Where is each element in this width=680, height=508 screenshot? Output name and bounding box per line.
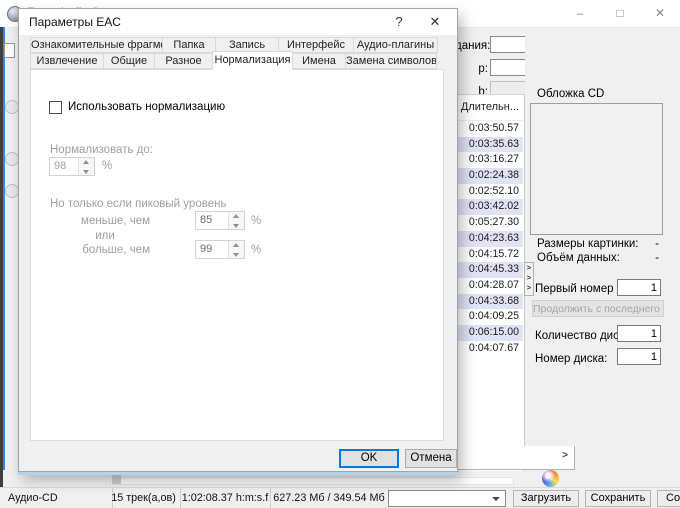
percent-label: % (102, 160, 112, 172)
cover-filename-combobox[interactable] (388, 490, 506, 507)
normalize-to-value: 98 (54, 160, 66, 172)
cd-cover-image-area[interactable] (530, 103, 663, 235)
toolbar-fragment (4, 43, 15, 58)
list-item[interactable]: 0:02:24.38 (456, 168, 523, 184)
list-item[interactable]: 0:04:23.63 (456, 231, 523, 247)
tab-misc[interactable]: Разное (154, 53, 213, 69)
colorful-cd-icon (542, 470, 559, 487)
data-size-label: Объём данных: (537, 252, 620, 264)
chevron-right-icon: > (525, 263, 533, 273)
list-item[interactable]: 0:04:07.67 (456, 341, 523, 357)
peak-condition-label: Но только если пиковый уровень (50, 198, 226, 210)
cd-cover-title: Обложка CD (537, 88, 604, 100)
close-icon[interactable]: ✕ (419, 9, 451, 35)
help-icon[interactable]: ? (383, 9, 415, 35)
spin-buttons (228, 212, 244, 229)
list-item[interactable]: 0:04:09.25 (456, 309, 523, 325)
chevron-down-icon (492, 497, 500, 501)
less-than-label: меньше, чем (50, 215, 150, 227)
status-track-count: 15 трек(а,ов) (107, 488, 181, 508)
maximize-icon[interactable]: □ (600, 0, 640, 27)
use-normalization-label: Использовать нормализацию (68, 101, 225, 113)
list-item[interactable]: 0:03:16.27 (456, 152, 523, 168)
greater-than-value: 99 (200, 243, 212, 255)
status-cd-type: Аудио-CD (3, 488, 113, 508)
ok-button[interactable]: OK (339, 449, 399, 468)
use-normalization-checkbox[interactable] (49, 101, 62, 114)
percent-label: % (251, 244, 261, 256)
disc-number-label: Номер диска: (535, 353, 607, 365)
chevron-right-icon: > (525, 273, 533, 283)
screen: Exact Audio Copy – □ ✕ здания: р: b: Ком… (0, 0, 680, 508)
image-size-value: - (635, 238, 659, 250)
status-bar: Аудио-CD 15 трек(а,ов) 1:02:08.37 h:m:s.… (0, 487, 680, 508)
tab-sample-fragments[interactable]: Ознакомительные фрагменты (30, 37, 163, 53)
list-item[interactable]: 0:03:50.57 (456, 121, 523, 137)
duration-list: 0:03:50.570:03:35.630:03:16.270:02:24.38… (456, 121, 523, 356)
dialog-footer: OK Отмена (19, 442, 457, 471)
list-item[interactable]: 0:03:35.63 (456, 137, 523, 153)
less-than-value: 85 (200, 214, 212, 226)
create-cover-button[interactable]: Созд (657, 490, 680, 507)
toolbar-button-fragment (5, 100, 19, 114)
spin-buttons (228, 241, 244, 258)
toolbar-button-fragment (5, 152, 19, 166)
less-than-spinner: 85 (195, 211, 245, 230)
percent-label: % (251, 215, 261, 227)
normalize-to-spinner: 98 (49, 157, 95, 176)
status-total-time: 1:02:08.37 h:m:s.f (180, 488, 271, 508)
save-cover-button[interactable]: Сохранить (585, 490, 651, 507)
list-item[interactable]: 0:06:15.00 (456, 325, 523, 341)
cancel-button[interactable]: Отмена (405, 449, 457, 468)
or-label: или (60, 230, 150, 242)
tab-folder[interactable]: Папка (162, 37, 216, 53)
list-item[interactable]: 0:04:45.33 (456, 262, 523, 278)
greater-than-spinner: 99 (195, 240, 245, 259)
tab-general[interactable]: Общие (103, 53, 155, 69)
disc-count-input[interactable] (617, 325, 661, 342)
toolbar-button-fragment (5, 184, 19, 198)
main-window-controls: – □ ✕ (560, 0, 680, 27)
tab-audio-plugins[interactable]: Аудио-плагины (353, 37, 438, 53)
main-window-edge (3, 27, 5, 470)
data-size-value: - (635, 252, 659, 264)
disc-number-input[interactable] (617, 348, 661, 365)
close-icon[interactable]: ✕ (640, 0, 680, 27)
status-size-info: 627.23 Мб / 349.54 Мб (270, 488, 389, 508)
spin-down-icon (229, 221, 244, 230)
track-list[interactable]: Длительн... 0:03:50.570:03:35.630:03:16.… (456, 94, 525, 471)
list-item[interactable]: 0:04:15.72 (456, 247, 523, 263)
tab-extraction[interactable]: Извлечение (30, 53, 104, 69)
tab-names[interactable]: Имена (292, 53, 346, 69)
minimize-icon[interactable]: – (560, 0, 600, 27)
list-item[interactable]: 0:02:52.10 (456, 184, 523, 200)
track-list-bottom: > (456, 446, 575, 470)
image-size-label: Размеры картинки: (537, 238, 639, 250)
load-cover-button[interactable]: Загрузить (513, 490, 579, 507)
scroll-right-icon[interactable]: > (562, 450, 568, 461)
list-item[interactable]: 0:03:42.02 (456, 199, 523, 215)
dialog-titlebar: Параметры EAC ? ✕ (19, 9, 457, 35)
spin-buttons (78, 158, 94, 175)
list-item[interactable]: 0:04:28.07 (456, 278, 523, 294)
position-slider-thumb[interactable] (112, 475, 121, 484)
duration-column-header[interactable]: Длительн... (456, 95, 523, 121)
tab-char-replace[interactable]: Замена символов (345, 53, 437, 69)
position-slider-track[interactable] (110, 477, 514, 485)
eac-options-dialog: Параметры EAC ? ✕ Ознакомительные фрагме… (18, 8, 458, 472)
list-item[interactable]: 0:04:33.68 (456, 294, 523, 310)
chevron-right-icon: > (525, 283, 533, 293)
normalize-to-label: Нормализовать до: (50, 144, 153, 156)
spin-down-icon (229, 250, 244, 259)
first-track-input[interactable] (617, 279, 661, 296)
tab-normalization[interactable]: Нормализация (212, 51, 293, 70)
continue-from-last-track-button: Продолжить с последнего трека (532, 300, 664, 317)
normalization-tab-page: Использовать нормализацию Нормализовать … (30, 69, 444, 441)
list-item[interactable]: 0:05:27.30 (456, 215, 523, 231)
spin-down-icon (79, 167, 94, 176)
expand-panel-splitter[interactable]: > > > (524, 262, 534, 296)
greater-than-label: больше, чем (50, 244, 150, 256)
dialog-title: Параметры EAC (29, 9, 121, 35)
